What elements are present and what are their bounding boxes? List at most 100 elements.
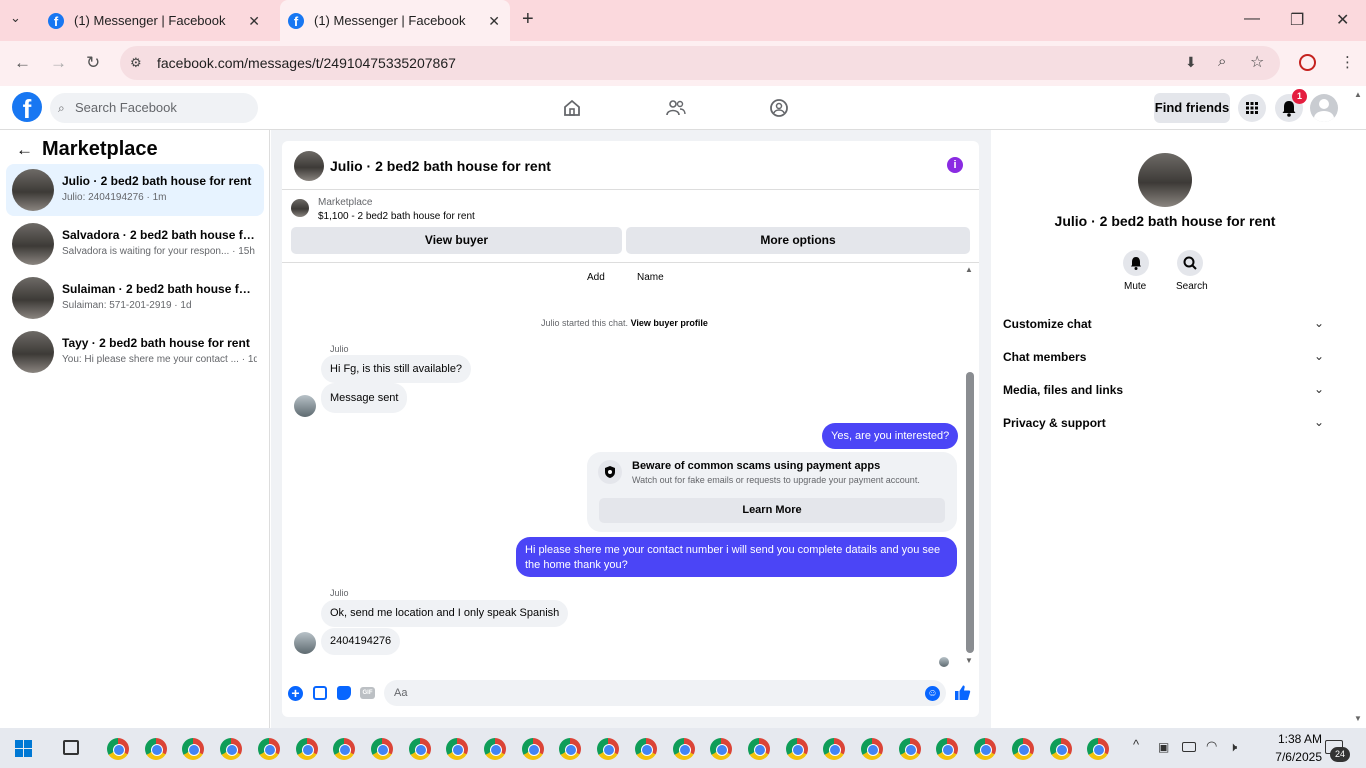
message-bubble[interactable]: Hi Fg, is this still available? [321,355,472,383]
conversation-item-active[interactable]: Julio · 2 bed2 bath house for rent Julio… [6,164,264,216]
view-buyer-button[interactable]: View buyer [291,227,622,254]
chrome-taskbar-icon[interactable] [257,738,280,760]
install-app-icon[interactable]: ⬇ [1185,54,1197,71]
chrome-taskbar-icon[interactable] [484,738,506,760]
scroll-up-icon[interactable]: ▲ [965,265,973,274]
chrome-taskbar-icon[interactable] [634,738,657,760]
mute-button[interactable] [1123,250,1149,276]
more-options-button[interactable]: More options [626,227,970,254]
privacy-support-section[interactable]: Privacy & support [1003,416,1106,430]
back-icon[interactable]: ← [14,53,31,73]
minimize-icon[interactable]: — [1244,10,1260,28]
url-text[interactable]: facebook.com/messages/t/2491047533520786… [157,55,456,71]
bookmark-star-icon[interactable]: ☆ [1250,52,1264,72]
forward-icon[interactable]: → [50,53,67,73]
scroll-down-icon[interactable]: ▼ [965,656,973,665]
chrome-taskbar-icon[interactable] [747,738,770,760]
chevron-down-icon[interactable]: ⌄ [1314,349,1324,363]
menu-grid-button[interactable] [1238,94,1266,122]
learn-more-button[interactable]: Learn More [599,498,945,523]
profile-icon[interactable] [1299,54,1316,71]
chevron-down-icon[interactable]: ⌄ [1314,316,1324,330]
friends-icon[interactable] [666,98,686,118]
close-window-icon[interactable]: ✕ [1336,10,1349,30]
clock-date[interactable]: 7/6/2025 [1258,750,1322,764]
reload-icon[interactable]: ↻ [86,53,100,73]
find-friends-button[interactable]: Find friends [1154,93,1230,123]
sender-avatar[interactable] [294,395,316,417]
chrome-taskbar-icon[interactable] [295,738,318,760]
chrome-taskbar-icon[interactable] [861,738,883,760]
groups-icon[interactable] [769,98,789,118]
emoji-icon[interactable]: ☺ [925,686,940,701]
sender-avatar[interactable] [294,632,316,654]
chrome-taskbar-icon[interactable] [107,738,129,760]
volume-icon[interactable]: 🕨 [1229,739,1237,755]
gif-icon[interactable]: GIF [360,687,375,699]
my-message-bubble[interactable]: Yes, are you interested? [822,423,959,449]
meet-icon[interactable]: ▣ [1158,740,1169,754]
chrome-taskbar-icon[interactable] [521,738,544,760]
message-input[interactable]: Aa [384,680,946,706]
more-actions-icon[interactable]: + [288,686,303,701]
my-message-bubble[interactable]: Hi please shere me your contact number i… [516,537,957,577]
zoom-icon[interactable]: ⌕ [1218,53,1226,70]
new-tab-button[interactable]: + [522,8,534,31]
listing-thumbnail[interactable] [291,199,309,217]
add-label[interactable]: Add [587,272,605,283]
chrome-taskbar-icon[interactable] [370,738,393,760]
conversation-item[interactable]: Salvadora · 2 bed2 bath house for ... Sa… [6,218,264,270]
conversation-item[interactable]: Tayy · 2 bed2 bath house for rent You: H… [6,326,264,378]
attach-photo-icon[interactable] [313,686,327,700]
page-scroll-up-icon[interactable]: ▲ [1354,90,1362,99]
back-arrow-icon[interactable]: ← [16,140,33,160]
windows-start-icon[interactable] [15,740,32,757]
customize-chat-section[interactable]: Customize chat [1003,317,1092,331]
facebook-logo[interactable]: f [12,92,42,122]
chat-title[interactable]: Julio · 2 bed2 bath house for rent [330,158,551,174]
chrome-taskbar-icon[interactable] [672,738,695,760]
close-tab-icon[interactable]: ✕ [488,13,500,30]
close-tab-icon[interactable]: ✕ [248,13,260,30]
conversation-item[interactable]: Sulaiman · 2 bed2 bath house for r... Su… [6,272,264,324]
browser-tab-active[interactable]: f (1) Messenger | Facebook ✕ [280,0,510,41]
view-buyer-profile-link[interactable]: View buyer profile [631,318,708,328]
chevron-down-icon[interactable]: ⌄ [1314,382,1324,396]
message-bubble[interactable]: Ok, send me location and I only speak Sp… [321,600,569,627]
battery-icon[interactable] [1182,742,1196,752]
chrome-taskbar-icon[interactable] [220,738,243,760]
chrome-taskbar-icon[interactable] [1011,738,1034,760]
details-avatar[interactable] [1138,153,1192,207]
tab-search-button[interactable]: ⌄ [10,10,21,26]
search-facebook-input[interactable]: ⌕ Search Facebook [50,93,258,123]
chat-members-section[interactable]: Chat members [1003,350,1086,364]
site-settings-icon[interactable]: ⚙ [130,55,142,71]
page-scroll-down-icon[interactable]: ▼ [1354,714,1362,723]
listing-title[interactable]: $1,100 - 2 bed2 bath house for rent [318,211,475,222]
account-avatar[interactable] [1310,94,1338,122]
chrome-taskbar-icon[interactable] [597,738,620,760]
message-bubble[interactable]: 2404194276 [321,628,401,655]
clock-time[interactable]: 1:38 AM [1258,732,1322,746]
message-bubble[interactable]: Message sent [321,383,408,413]
search-button[interactable] [1177,250,1203,276]
chat-avatar[interactable] [294,151,324,181]
home-icon[interactable] [562,98,582,118]
chevron-down-icon[interactable]: ⌄ [1314,415,1324,429]
task-view-icon[interactable] [63,740,79,755]
chrome-taskbar-icon[interactable] [1049,738,1072,760]
browser-tab[interactable]: f (1) Messenger | Facebook ✕ [40,0,270,41]
chrome-taskbar-icon[interactable] [408,738,431,760]
tray-chevron-icon[interactable]: ^ [1133,737,1139,752]
sticker-icon[interactable] [337,686,351,700]
media-files-links-section[interactable]: Media, files and links [1003,383,1123,397]
scrollbar-thumb[interactable] [966,372,974,653]
chrome-taskbar-icon[interactable] [785,738,808,760]
menu-icon[interactable]: ⋮ [1340,53,1355,71]
chrome-taskbar-icon[interactable] [974,738,997,760]
chrome-taskbar-icon[interactable] [898,738,921,760]
wifi-icon[interactable]: ◠ [1206,738,1217,754]
chrome-taskbar-icon[interactable] [144,738,167,760]
restore-icon[interactable]: ❐ [1290,10,1304,30]
name-label[interactable]: Name [637,272,664,283]
